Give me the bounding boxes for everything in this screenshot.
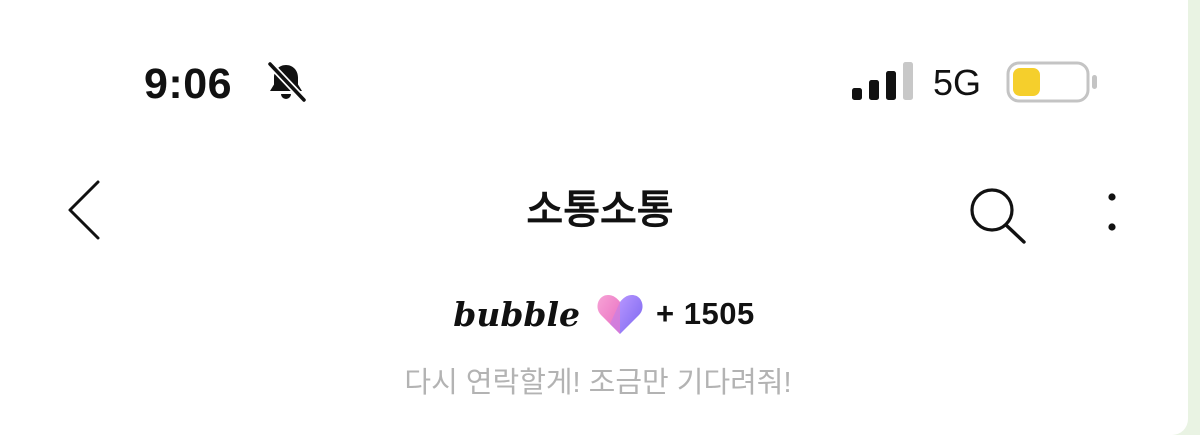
- status-message: 다시 연락할게! 조금만 기다려줘!: [404, 367, 792, 399]
- search-button[interactable]: [964, 184, 1032, 246]
- gradient-heart-icon: [597, 295, 643, 334]
- page-title: 소통소통: [526, 188, 674, 232]
- back-button[interactable]: [60, 178, 110, 242]
- more-vertical-icon: [1108, 193, 1116, 231]
- network-label: 5G: [933, 62, 982, 103]
- battery-icon: [1006, 61, 1097, 103]
- subscriber-count: + 1505: [656, 296, 755, 331]
- screen: 9:06 5G 소통소통 bubble + 1505 다시 연락할게! 조금만 …: [0, 0, 1188, 435]
- bell-slash-icon: [266, 60, 308, 104]
- more-options-button[interactable]: [1097, 188, 1127, 238]
- bubble-subscription-row: bubble + 1505: [0, 284, 1188, 344]
- bubble-logo: bubble: [453, 294, 581, 334]
- chevron-left-icon: [68, 180, 100, 240]
- status-time: 9:06: [144, 60, 233, 108]
- cellular-signal-icon: [852, 62, 913, 100]
- search-icon: [970, 188, 1026, 244]
